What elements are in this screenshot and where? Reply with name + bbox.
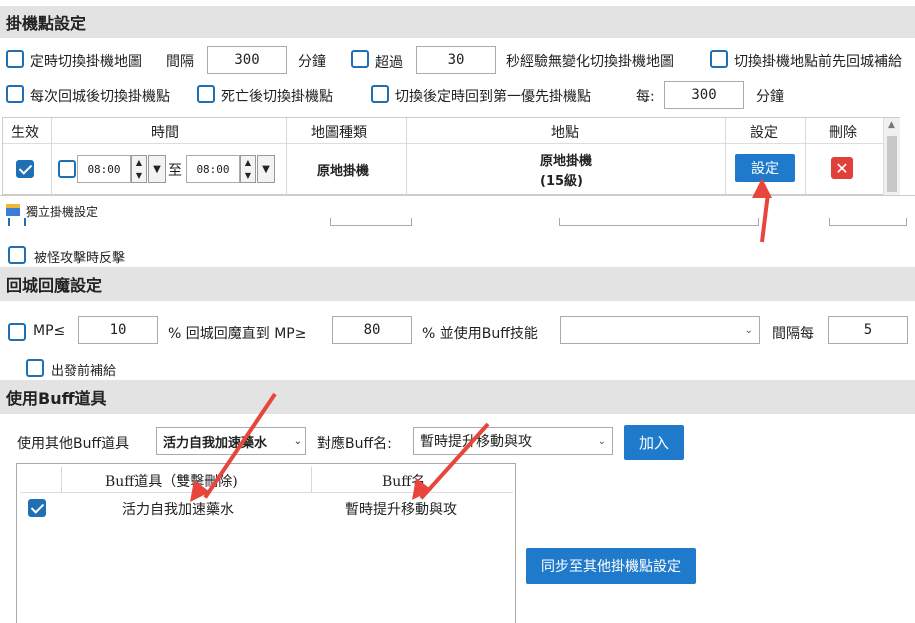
list-item[interactable]: 活力自我加速藥水 暫時提升移動與攻	[20, 494, 513, 520]
buff-list: Buff道具（雙擊刪除) Buff名 活力自我加速藥水 暫時提升移動與攻	[16, 463, 516, 623]
annotation-arrowhead-1	[752, 178, 772, 198]
annotation-arrowhead-2	[190, 480, 210, 502]
spin-up-icon[interactable]: ▲	[132, 156, 146, 169]
header-enabled: 生效	[11, 125, 39, 141]
time-to-dropdown[interactable]: ▼	[257, 155, 275, 183]
time-from-spinner[interactable]: ▲ ▼	[131, 155, 147, 183]
supply-before-checkbox[interactable]	[26, 359, 44, 381]
minutes-label: 分鐘	[298, 54, 326, 70]
buff-skill-label: % 並使用Buff技能	[422, 326, 538, 342]
timed-switch-checkbox[interactable]	[6, 50, 24, 72]
return-supply-checkbox[interactable]	[710, 50, 728, 72]
hidden-checkbox[interactable]	[8, 218, 30, 226]
time-from-dropdown[interactable]: ▼	[148, 155, 166, 183]
window-app-icon	[6, 204, 20, 216]
location-cell-level: (15級)	[540, 174, 583, 189]
every-input[interactable]: 300	[664, 81, 744, 109]
mp-section-title: 回城回魔設定	[6, 276, 103, 295]
buff-skill-select[interactable]: ⌄	[560, 316, 760, 344]
exceed-input[interactable]: 30	[416, 46, 496, 74]
mp-until-input[interactable]: 80	[332, 316, 412, 344]
sync-settings-button[interactable]: 同步至其他掛機點設定	[526, 548, 696, 584]
header-map-type: 地圖種類	[311, 125, 367, 141]
buff-row-name: 暫時提升移動與攻	[345, 502, 457, 518]
header-settings: 設定	[750, 125, 778, 141]
buff-name-select[interactable]: 暫時提升移動與攻 ⌄	[413, 427, 613, 455]
exceed-label: 超過	[375, 55, 403, 71]
every-minutes-label: 分鐘	[756, 89, 784, 105]
buff-item-select-value: 活力自我加速藥水	[163, 435, 268, 451]
afk-table-scrollbar[interactable]: ▲	[883, 118, 900, 195]
use-other-buff-label: 使用其他Buff道具	[17, 436, 130, 452]
to-label: 至	[168, 163, 182, 179]
mp-interval-label: 間隔每	[772, 326, 814, 342]
interval-label: 間隔	[166, 54, 194, 70]
supply-before-label: 出發前補給	[51, 364, 117, 379]
row-enabled-checkbox[interactable]	[16, 160, 34, 182]
switch-after-return-label: 每次回城後切換掛機點	[30, 89, 170, 105]
switch-after-death-label: 死亡後切換掛機點	[221, 89, 333, 105]
return-supply-label: 切換掛機地點前先回城補給	[734, 54, 902, 70]
afk-settings-header: 掛機點設定	[0, 6, 915, 38]
hidden-interval-input[interactable]	[829, 218, 907, 226]
seconds-no-change-label: 秒經驗無變化切換掛機地圖	[506, 54, 674, 70]
interval-input[interactable]: 300	[207, 46, 287, 74]
mp-interval-input[interactable]: 5	[828, 316, 908, 344]
counter-attack-checkbox[interactable]	[8, 246, 26, 268]
chevron-down-icon: ▼	[153, 163, 161, 175]
every-label: 每:	[636, 89, 655, 105]
afk-settings-title: 掛機點設定	[6, 14, 87, 33]
buff-section-title: 使用Buff道具	[6, 389, 107, 408]
time-to-input[interactable]: 08:00	[186, 155, 240, 183]
chevron-down-icon: ⌄	[597, 435, 606, 447]
scroll-up-icon[interactable]: ▲	[888, 120, 895, 130]
map-type-cell: 原地掛機	[317, 164, 370, 179]
annotation-arrowhead-3	[412, 478, 432, 500]
window-title-bar: 獨立掛機設定	[0, 196, 915, 224]
time-from-input[interactable]: 08:00	[77, 155, 131, 183]
spin-down-icon[interactable]: ▼	[132, 169, 146, 182]
header-delete: 刪除	[829, 125, 857, 141]
time-to-spinner[interactable]: ▲ ▼	[240, 155, 256, 183]
independent-window: 獨立掛機設定 被怪攻擊時反擊 回城回魔設定 MP≤ 10 % 回城回魔直到 MP…	[0, 195, 915, 623]
mp-section-header: 回城回魔設定	[0, 267, 915, 301]
window-title: 獨立掛機設定	[26, 205, 99, 219]
buff-section-header: 使用Buff道具	[0, 380, 915, 414]
mp-threshold-input[interactable]: 10	[78, 316, 158, 344]
buff-item-select[interactable]: 活力自我加速藥水 ⌄	[156, 427, 306, 455]
location-cell-name: 原地掛機	[540, 154, 593, 169]
mp-label: MP≤	[33, 323, 66, 339]
buff-row-item: 活力自我加速藥水	[122, 502, 234, 518]
spin-down-icon[interactable]: ▼	[241, 169, 255, 182]
hidden-input[interactable]	[330, 218, 412, 226]
chevron-down-icon: ▼	[262, 163, 270, 175]
close-icon[interactable]: ✕	[831, 157, 853, 179]
return-first-checkbox[interactable]	[371, 85, 389, 107]
return-first-label: 切換後定時回到第一優先掛機點	[395, 89, 591, 105]
chevron-down-icon: ⌄	[744, 324, 753, 336]
buff-name-label: 對應Buff名:	[317, 436, 392, 452]
time-enabled-checkbox[interactable]	[58, 160, 76, 182]
add-buff-button[interactable]: 加入	[624, 425, 684, 460]
exceed-checkbox[interactable]	[351, 50, 369, 72]
header-location: 地點	[551, 125, 579, 141]
spin-up-icon[interactable]: ▲	[241, 156, 255, 169]
header-time: 時間	[151, 125, 179, 141]
buff-row-checkbox[interactable]	[28, 499, 46, 521]
counter-attack-label: 被怪攻擊時反擊	[34, 251, 126, 266]
chevron-down-icon: ⌄	[293, 435, 302, 447]
timed-switch-label: 定時切換掛機地圖	[30, 54, 142, 70]
switch-after-return-checkbox[interactable]	[6, 85, 24, 107]
mp-checkbox[interactable]	[8, 323, 26, 345]
switch-after-death-checkbox[interactable]	[197, 85, 215, 107]
hidden-select[interactable]	[559, 218, 759, 226]
return-until-label: % 回城回魔直到 MP≥	[168, 326, 307, 342]
